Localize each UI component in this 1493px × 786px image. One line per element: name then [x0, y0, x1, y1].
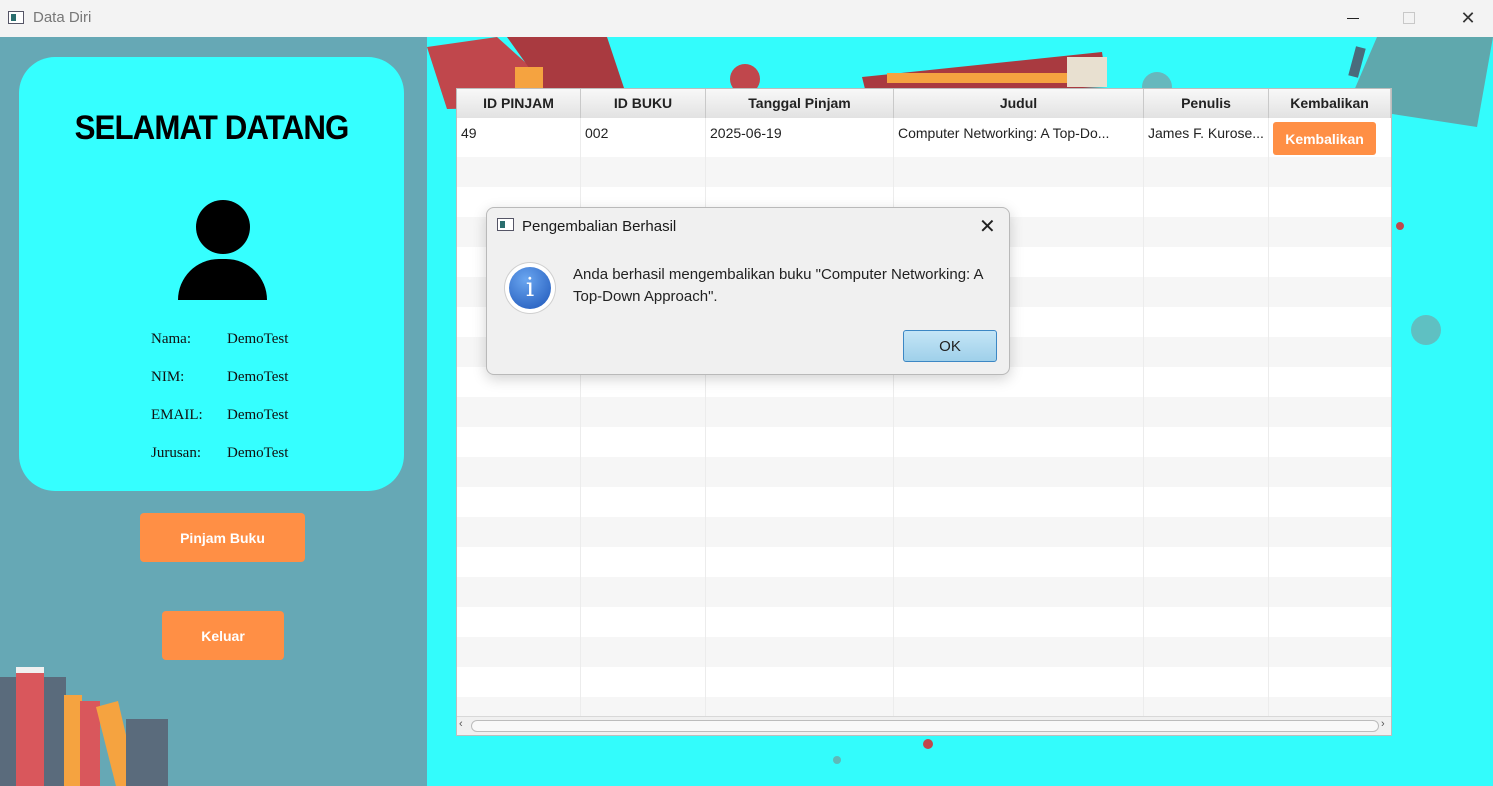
success-dialog: Pengembalian Berhasil ✕ i Anda berhasil …	[486, 207, 1010, 375]
close-icon: ✕	[1460, 7, 1476, 28]
info-row-jurusan: Jurusan: DemoTest	[151, 445, 288, 462]
info-value: DemoTest	[227, 331, 289, 347]
pinjam-buku-button[interactable]: Pinjam Buku	[140, 513, 305, 562]
avatar-body-icon	[178, 259, 267, 300]
maximize-icon	[1403, 12, 1415, 24]
column-divider	[1143, 118, 1144, 717]
column-divider	[1268, 118, 1269, 717]
col-tanggal[interactable]: Tanggal Pinjam	[706, 89, 894, 118]
cell-tanggal: 2025-06-19	[706, 118, 894, 157]
avatar-icon	[196, 200, 250, 254]
books-illustration	[0, 667, 168, 786]
empty-row	[457, 547, 1391, 577]
profile-card: SELAMAT DATANG Nama: DemoTest NIM: DemoTes…	[19, 57, 404, 491]
maximize-button[interactable]	[1386, 0, 1432, 36]
col-penulis[interactable]: Penulis	[1144, 89, 1269, 118]
empty-row	[457, 637, 1391, 667]
dialog-message: Anda berhasil mengembalikan buku "Comput…	[573, 266, 983, 305]
info-label: Jurusan:	[151, 445, 201, 461]
col-id-pinjam[interactable]: ID PINJAM	[457, 89, 581, 118]
window-titlebar: Data Diri ✕	[0, 0, 1493, 38]
dialog-close-icon[interactable]: ✕	[979, 214, 996, 239]
cell-penulis: James F. Kurose...	[1144, 118, 1269, 157]
scroll-right-icon[interactable]: ›	[1381, 718, 1385, 730]
info-label: Nama:	[151, 331, 191, 347]
minimize-icon	[1347, 17, 1359, 19]
close-button[interactable]: ✕	[1445, 0, 1491, 36]
empty-row	[457, 397, 1391, 427]
empty-row	[457, 157, 1391, 187]
empty-row	[457, 517, 1391, 547]
table-row[interactable]: 49 002 2025-06-19 Computer Networking: A…	[457, 118, 1391, 157]
info-row-nim: NIM: DemoTest	[151, 369, 288, 386]
keluar-button[interactable]: Keluar	[162, 611, 284, 660]
empty-row	[457, 487, 1391, 517]
info-label: EMAIL:	[151, 407, 203, 423]
dialog-app-icon	[497, 218, 514, 231]
table-header: ID PINJAM ID BUKU Tanggal Pinjam Judul P…	[457, 89, 1391, 119]
info-icon-glyph: i	[509, 267, 551, 309]
info-icon: i	[505, 263, 555, 313]
horizontal-scrollbar[interactable]: ‹ ›	[457, 716, 1391, 735]
col-id-buku[interactable]: ID BUKU	[581, 89, 706, 118]
window-title: Data Diri	[33, 9, 92, 26]
empty-row	[457, 457, 1391, 487]
col-kembalikan[interactable]: Kembalikan	[1269, 89, 1391, 118]
scrollbar-thumb[interactable]	[471, 720, 1379, 732]
info-label: NIM:	[151, 369, 185, 385]
loan-table: ID PINJAM ID BUKU Tanggal Pinjam Judul P…	[456, 88, 1392, 736]
cell-id-pinjam: 49	[457, 118, 581, 157]
kembalikan-button[interactable]: Kembalikan	[1273, 122, 1376, 155]
col-judul[interactable]: Judul	[894, 89, 1144, 118]
info-value: DemoTest	[227, 407, 289, 423]
empty-row	[457, 427, 1391, 457]
info-row-nama: Nama: DemoTest	[151, 331, 288, 348]
scroll-left-icon[interactable]: ‹	[459, 718, 463, 730]
profile-panel: SELAMAT DATANG Nama: DemoTest NIM: DemoTes…	[0, 37, 427, 786]
cell-id-buku: 002	[581, 118, 706, 157]
minimize-button[interactable]	[1330, 0, 1376, 36]
ok-button[interactable]: OK	[903, 330, 997, 362]
empty-row	[457, 577, 1391, 607]
dialog-title: Pengembalian Berhasil	[522, 218, 677, 235]
info-value: DemoTest	[227, 369, 289, 385]
info-value: DemoTest	[227, 445, 289, 461]
app-icon	[8, 11, 24, 24]
empty-row	[457, 667, 1391, 697]
info-row-email: EMAIL: DemoTest	[151, 407, 288, 424]
welcome-heading: SELAMAT DATANG	[74, 109, 350, 147]
empty-row	[457, 607, 1391, 637]
cell-judul: Computer Networking: A Top-Do...	[894, 118, 1144, 157]
